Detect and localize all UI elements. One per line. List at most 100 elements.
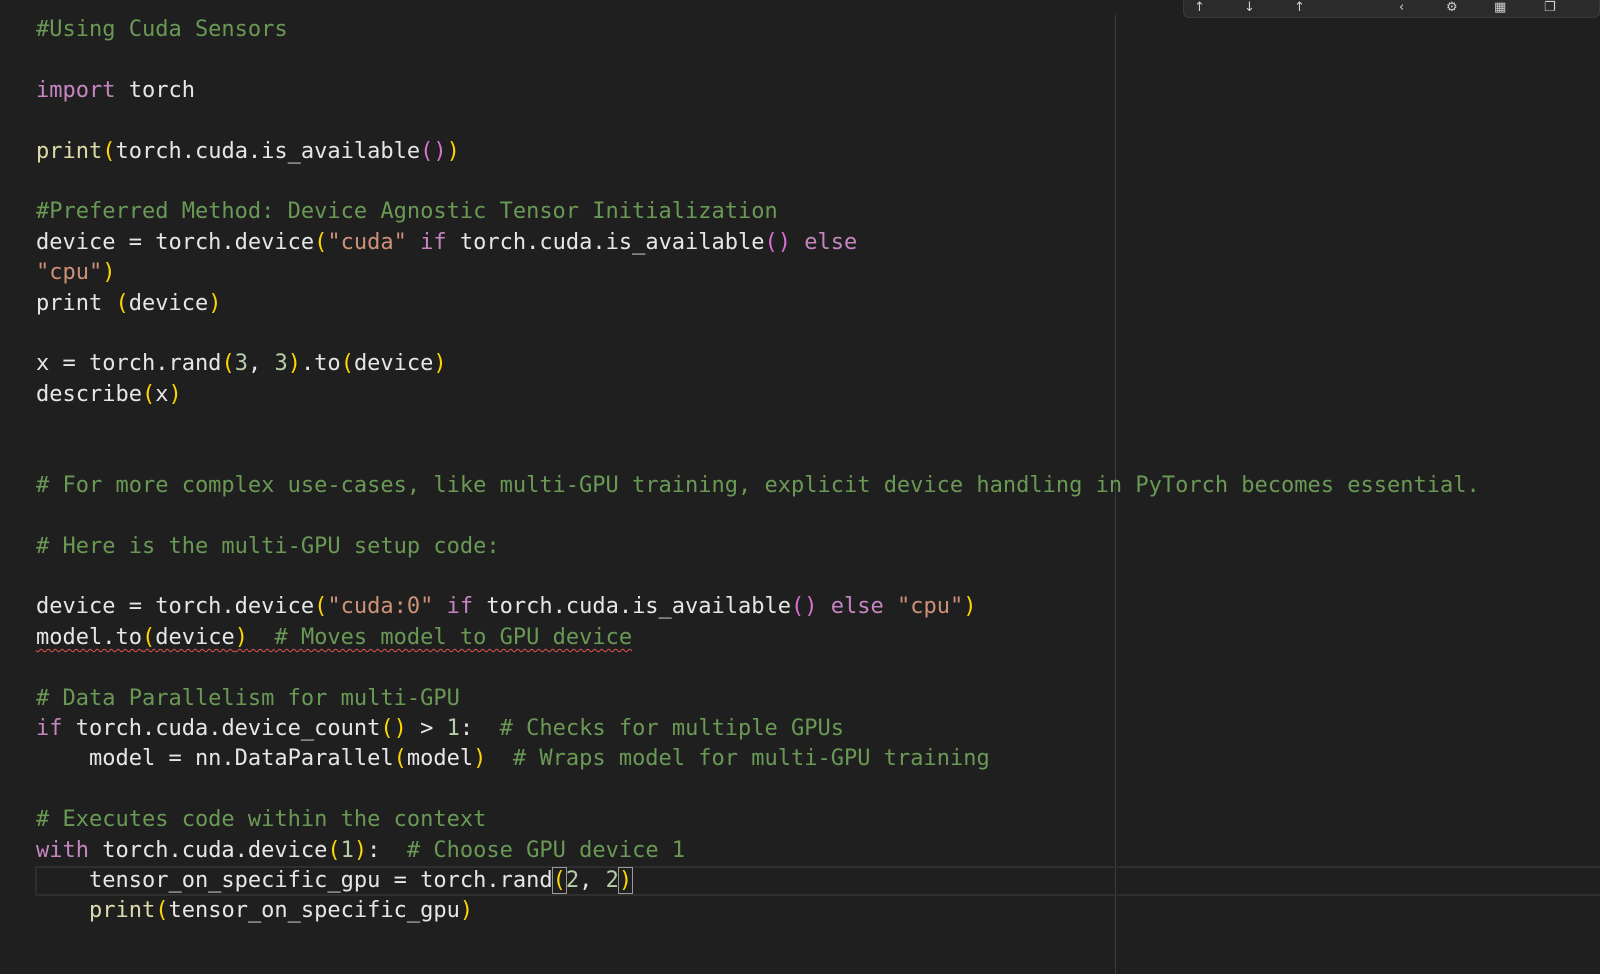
keyword-token: if [420, 229, 447, 255]
number-token: 3 [234, 351, 248, 377]
bracket-token: ( [393, 746, 407, 772]
code-line[interactable] [36, 775, 1600, 805]
bracket-token: ) [459, 898, 474, 924]
step-out-icon[interactable]: ↑ [1294, 1, 1305, 15]
code-line[interactable] [36, 562, 1600, 592]
code-line[interactable] [36, 501, 1600, 531]
code-area[interactable]: #Using Cuda Sensors import torch print(t… [36, 15, 1600, 927]
code-line[interactable]: #Preferred Method: Device Agnostic Tenso… [36, 197, 1600, 227]
comment-token: # Executes code within the context [36, 807, 487, 833]
bracket-token: () [791, 594, 818, 620]
comment-token: # Data Parallelism for multi-GPU [36, 685, 460, 711]
keyword-token: import [36, 77, 116, 103]
code-token: describe [36, 381, 142, 407]
code-line[interactable]: #Using Cuda Sensors [36, 15, 1600, 45]
keyword-token: if [446, 594, 474, 620]
code-line[interactable]: "cpu") [36, 258, 1600, 288]
function-token: print [36, 138, 103, 164]
bracket-token: ) [473, 746, 487, 772]
code-token: device = torch.device [36, 229, 315, 255]
code-line[interactable] [36, 653, 1600, 683]
code-line[interactable]: x = torch.rand(3, 3).to(device) [36, 349, 1600, 379]
window-icon[interactable]: ❐ [1544, 1, 1556, 15]
code-line[interactable]: with torch.cuda.device(1): # Choose GPU … [36, 836, 1600, 866]
code-editor[interactable]: ↑ ↓ ↑ ‹ ⚙ ▦ ❐ #Using Cuda Sensors import torch… [0, 0, 1600, 974]
code-line[interactable] [36, 440, 1600, 470]
keyword-token: with [36, 837, 89, 863]
bracket-token: () [380, 715, 407, 741]
step-over-icon[interactable]: ↑ [1194, 1, 1205, 15]
code-token: x [155, 381, 169, 407]
code-line[interactable] [36, 45, 1600, 75]
error-bracket-token: ( [141, 624, 156, 650]
code-line[interactable] [36, 106, 1600, 136]
code-line[interactable] [36, 410, 1600, 440]
comment-token: # Wraps model for multi-GPU training [512, 746, 990, 772]
code-line[interactable]: # Data Parallelism for multi-GPU [36, 684, 1600, 714]
bracket-token: ) [963, 594, 977, 620]
code-token: , [247, 351, 275, 377]
code-token: : [459, 715, 500, 741]
current-code-line[interactable]: tensor_on_specific_gpu = torch.rand(2, 2… [35, 866, 1600, 896]
comment-token: # Here is the multi-GPU setup code: [36, 533, 500, 559]
code-token: tensor_on_specific_gpu [168, 898, 460, 924]
code-line[interactable]: print (device) [36, 289, 1600, 319]
number-token: 1 [446, 715, 460, 741]
code-line[interactable]: # Executes code within the context [36, 805, 1600, 835]
bracket-token: ) [287, 351, 301, 377]
string-token: "cuda:0" [327, 594, 434, 620]
code-line[interactable]: model.to(device) # Moves model to GPU de… [36, 623, 1600, 653]
code-token: torch.cuda.device_count [62, 715, 381, 741]
matched-bracket-token: ( [551, 866, 567, 894]
code-token: device [353, 351, 434, 377]
code-line[interactable]: model = nn.DataParallel(model) # Wraps m… [36, 744, 1600, 774]
bracket-token: () [764, 229, 792, 255]
code-line[interactable]: device = torch.device("cuda" if torch.cu… [36, 228, 1600, 258]
number-token: 3 [274, 351, 288, 377]
error-code-token: model.to [36, 624, 142, 650]
string-token: "cpu" [36, 260, 103, 286]
bracket-token: ( [115, 290, 129, 316]
chart-icon[interactable]: ▦ [1494, 1, 1506, 15]
comment-token: # Checks for multiple GPUs [499, 715, 845, 741]
code-line[interactable]: # For more complex use-cases, like multi… [36, 471, 1600, 501]
keyword-token: else [830, 594, 884, 620]
code-line[interactable]: import torch [36, 76, 1600, 106]
code-line[interactable]: # Here is the multi-GPU setup code: [36, 532, 1600, 562]
search-icon[interactable]: ‹ [1399, 1, 1404, 15]
matched-bracket-token: ) [617, 866, 634, 894]
comment-token: #Preferred Method: Device Agnostic Tenso… [36, 199, 778, 225]
code-line[interactable]: if torch.cuda.device_count() > 1: # Chec… [36, 714, 1600, 744]
bracket-token: ) [446, 138, 460, 164]
number-token: 2 [605, 867, 619, 893]
code-token: : [367, 837, 407, 863]
bracket-token: ( [155, 898, 169, 924]
bracket-token: ( [327, 837, 341, 863]
bracket-token: ( [340, 351, 354, 377]
code-token: model [406, 746, 474, 772]
bracket-token: ) [168, 381, 182, 407]
keyword-token: else [804, 229, 858, 255]
code-token: torch.cuda.is_available [473, 594, 792, 620]
bracket-token: ) [433, 351, 447, 377]
code-line[interactable] [36, 167, 1600, 197]
code-token: x = torch.rand [36, 351, 222, 377]
code-line[interactable] [36, 319, 1600, 349]
code-token: torch [115, 77, 195, 103]
code-line[interactable]: device = torch.device("cuda:0" if torch.… [36, 592, 1600, 622]
code-line[interactable]: print(torch.cuda.is_available()) [36, 137, 1600, 167]
gear-icon[interactable]: ⚙ [1446, 1, 1458, 15]
number-token: 2 [565, 867, 580, 893]
code-token: torch.cuda.device [88, 837, 328, 863]
code-token: torch.cuda.is_available [115, 138, 421, 164]
code-line[interactable]: describe(x) [36, 380, 1600, 410]
function-token: print [88, 898, 156, 924]
code-line[interactable]: print(tensor_on_specific_gpu) [36, 896, 1600, 926]
step-into-icon[interactable]: ↓ [1244, 1, 1255, 15]
